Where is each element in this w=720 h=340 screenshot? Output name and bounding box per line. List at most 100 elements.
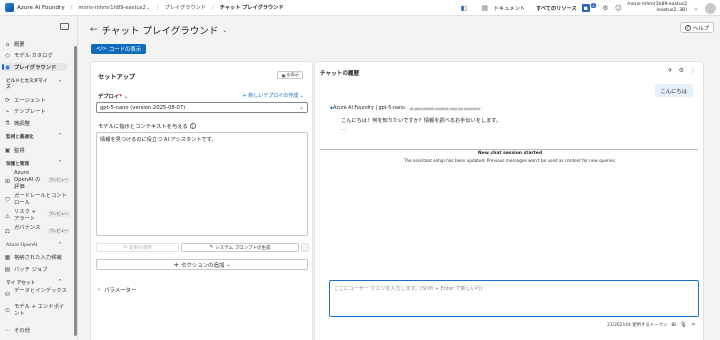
brand[interactable]: Azure AI Foundry	[0, 3, 65, 12]
gear-icon[interactable]: ⚙	[601, 4, 609, 12]
sidebar-item-label: エージェント	[14, 98, 46, 104]
clear-chat-icon[interactable]: ✈	[668, 67, 673, 74]
bell-icon[interactable]: ▪	[581, 4, 590, 12]
sidebar-item-agents[interactable]: ⟳ エージェント	[4, 96, 46, 105]
database-icon: ⛁	[4, 291, 11, 298]
docs-link[interactable]: ドキュメント	[494, 5, 525, 12]
chevron-down-icon[interactable]: ⌄	[222, 27, 227, 34]
preview-badge: プレビュー	[47, 177, 70, 183]
smile-icon[interactable]: ☺	[614, 4, 622, 12]
prompt-options-button[interactable]	[301, 243, 309, 252]
sidebar-item-finetune[interactable]: ⚗ 微調整	[4, 119, 30, 128]
home-icon: ⌂	[5, 40, 10, 48]
collapse-sidebar-icon[interactable]	[60, 23, 69, 30]
generate-prompt-button[interactable]: ✎ システム プロンプトの生成	[181, 243, 299, 252]
section-aoai: Azure OpenAI	[6, 243, 38, 248]
chevron-down-icon[interactable]: ⌄	[124, 94, 128, 100]
sidebar-item-model-catalog[interactable]: ◇ モデル カタログ	[4, 51, 53, 60]
chevron-up-icon[interactable]: ^	[58, 80, 62, 86]
hide-setup-button[interactable]: ▣ 非表示	[277, 71, 303, 79]
completions-icon: ▦	[4, 253, 11, 261]
chevron-right-icon: ›	[98, 287, 101, 293]
panel-icon: ▣	[281, 72, 286, 78]
view-code-button[interactable]: </> コードの表示	[91, 44, 147, 54]
chevron-down-icon: ⌄	[298, 104, 304, 111]
token-count: 21/262144 使用するトークン	[607, 322, 668, 328]
endpoint-icon: ⊙	[4, 307, 11, 314]
sidebar: ⌂ 概要 ◇ モデル カタログ ◉ プレイグラウンド ビルドとカスタマイズ ^ …	[0, 16, 78, 340]
breadcrumb-project[interactable]: moris-mhmr1h89-eastus2	[78, 5, 145, 11]
sidebar-item-governance[interactable]: ⚖ ガバナンス プレビュー	[4, 225, 70, 235]
sidebar-scrollbar[interactable]	[74, 46, 77, 336]
hide-label: 非表示	[286, 72, 299, 77]
help-button[interactable]: ? ヘルプ	[679, 22, 714, 33]
chevron-down-icon[interactable]: ⌄	[692, 4, 700, 12]
parameters-label: パラメーター	[104, 288, 137, 294]
all-resources-link[interactable]: すべてのリソース	[536, 5, 577, 12]
sidebar-item-playground[interactable]: ◉ プレイグラウンド	[2, 63, 67, 71]
message-more[interactable]: ...	[341, 126, 346, 132]
section-assets: マイ アセット	[6, 281, 36, 286]
chevron-down-icon: ⌄	[226, 261, 231, 268]
sidebar-item-label: 監視	[14, 148, 25, 154]
sidebar-item-stored-completions[interactable]: ▦ 格納された入力候補	[4, 253, 62, 262]
document-icon: ▤	[481, 4, 488, 12]
sidebar-item-label: ガバナンス	[14, 225, 41, 231]
breadcrumb-current: チャット プレイグラウンド	[219, 5, 284, 11]
copilot-icon[interactable]: ◧	[460, 4, 468, 12]
chevron-up-icon[interactable]: ^	[58, 160, 62, 166]
new-deployment-link[interactable]: + 新しいデプロイの作成 ⌄	[242, 92, 304, 99]
deployment-select[interactable]: gpt-5-nano (version:2025-08-07) ⌄	[96, 102, 308, 113]
sidebar-item-more[interactable]: ⋯ その他	[4, 326, 30, 335]
session-started: New chat session started	[477, 151, 543, 156]
chevron-up-icon[interactable]: ^	[58, 242, 62, 248]
more-vertical-icon[interactable]: ⋮	[690, 67, 696, 74]
user-info[interactable]: moris-mhmr1h89-eastus2 (eastus2, 3B)	[627, 2, 687, 14]
add-section-button[interactable]: + セクションの追加 ⌄	[96, 259, 308, 270]
avatar[interactable]	[705, 2, 716, 14]
system-instructions-textarea[interactable]: 情報を見つけるのに役立つ AI アシスタントです。	[96, 132, 308, 236]
preview-badge: プレビュー	[47, 228, 70, 234]
code-icon: </>	[96, 46, 107, 52]
sidebar-item-templates[interactable]: ⌁ テンプレート	[4, 107, 46, 116]
plus-icon: +	[173, 260, 180, 269]
breadcrumb-playground[interactable]: プレイグラウンド	[165, 4, 206, 11]
agent-icon: ⟳	[4, 96, 11, 104]
ai-disclaimer-badge: AI-generated content may be incorrect	[407, 106, 482, 111]
batch-icon: ▤	[4, 265, 11, 273]
send-icon[interactable]: ➤	[691, 321, 696, 328]
top-bar: Azure AI Foundry / moris-mhmr1h89-eastus…	[0, 0, 720, 16]
monitor-icon: ▣	[4, 146, 11, 154]
chat-input[interactable]: ここにユーザー クエリを入力します。(Shift + Enter で新しい行)	[329, 280, 699, 317]
apply-icon: ⊡	[123, 245, 128, 250]
chevron-updown-icon[interactable]: ⌄	[146, 4, 151, 12]
chat-title: チャットの履歴	[320, 71, 360, 77]
sidebar-item-aoai-eval[interactable]: ⊞ Azure OpenAI の評価 プレビュー	[4, 170, 70, 191]
sidebar-item-monitor[interactable]: ▣ 監視	[4, 146, 25, 155]
back-arrow-icon[interactable]: ←	[90, 25, 98, 35]
sidebar-item-overview[interactable]: ⌂ 概要	[4, 40, 25, 49]
apply-changes-button[interactable]: ⊡ 変更の適用	[96, 243, 179, 252]
assistant-message: こんにちは！何を知りたいですか？情報を調べるお手伝いをします。	[341, 118, 502, 124]
alert-icon: ⚠	[4, 213, 11, 220]
info-icon[interactable]: i	[189, 123, 196, 129]
template-icon: ⌁	[5, 107, 10, 115]
apply-changes-label: 変更の適用	[129, 245, 152, 251]
sidebar-item-models-endpoints[interactable]: ⊙ モデル + エンドポイント	[4, 304, 69, 318]
session-note: The assistant setup has been updated. Pr…	[403, 158, 617, 163]
main-content: ← チャット プレイグラウンド ⌄ ? ヘルプ </> コードの表示 セットアッ…	[80, 16, 720, 340]
sidebar-item-risk-alerts[interactable]: ⚠ リスク + アラート プレビュー	[4, 209, 70, 223]
parameters-toggle[interactable]: › パラメーター	[98, 286, 136, 294]
settings-icon[interactable]: ⚙	[679, 67, 684, 74]
attach-icon[interactable]: ⊞	[671, 322, 676, 328]
sidebar-item-data-indexes[interactable]: ⛁ データとインデックス	[4, 288, 69, 298]
chevron-up-icon[interactable]: ^	[58, 279, 62, 285]
setup-title: セットアップ	[98, 74, 136, 81]
section-build: ビルドとカスタマイズ	[6, 79, 48, 90]
sidebar-item-guardrails[interactable]: ⛉ ガードレールとコントロール	[4, 193, 69, 207]
deploy-label: デプロイ* ⌄	[98, 94, 129, 100]
mic-icon[interactable]: 🎙	[680, 322, 687, 328]
sidebar-item-batch-jobs[interactable]: ▤ バッチ ジョブ	[4, 265, 48, 274]
sidebar-item-label: Azure OpenAI の評価	[14, 170, 41, 190]
chevron-up-icon[interactable]: ^	[58, 133, 62, 139]
